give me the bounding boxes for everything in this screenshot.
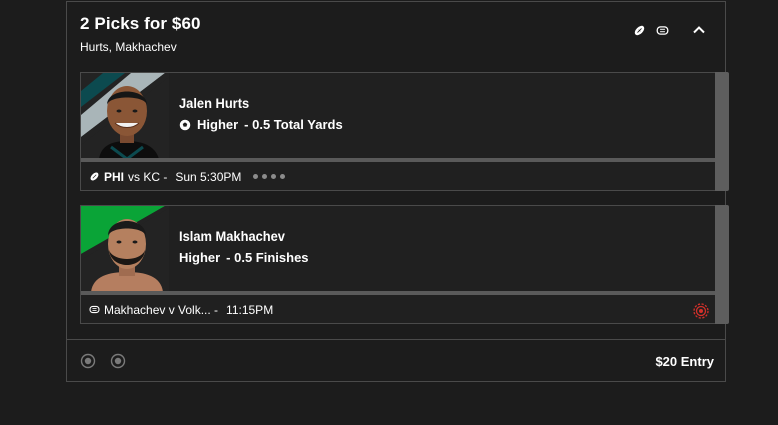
- scrollbar[interactable]: [715, 205, 729, 324]
- player-photo: [81, 206, 169, 292]
- entry-amount: $20 Entry: [655, 354, 714, 369]
- pick-card-makhachev[interactable]: Islam Makhachev Higher - 0.5 Finishes Ma…: [80, 205, 729, 324]
- chevron-up-icon[interactable]: [691, 22, 707, 38]
- game-time: 11:15PM: [226, 302, 274, 317]
- pick-direction[interactable]: Higher: [197, 117, 238, 132]
- progress-dot: [271, 174, 277, 179]
- team-abbr: PHI: [104, 169, 125, 184]
- pick-direction[interactable]: Higher: [179, 250, 220, 265]
- football-icon: [634, 25, 645, 35]
- progress-dots: [253, 174, 286, 179]
- radio-button[interactable]: [110, 353, 126, 369]
- entry-title: 2 Picks for $60: [80, 14, 201, 33]
- entry-card: 2 Picks for $60 Hurts, Makhachev Jalen H…: [66, 1, 729, 382]
- entry-subtitle: Hurts, Makhachev: [80, 40, 177, 54]
- mma-glove-icon: [89, 305, 100, 314]
- opponent: vs KC -: [128, 169, 168, 184]
- progress-dot: [253, 174, 259, 179]
- pick-card-hurts[interactable]: Jalen Hurts Higher - 0.5 Total Yards PHI…: [80, 72, 729, 191]
- radio-button[interactable]: [80, 353, 96, 369]
- player-headshot: [81, 206, 169, 292]
- game-info: PHI vs KC - Sun 5:30PM: [81, 162, 715, 191]
- pick-market: - 0.5 Total Yards: [244, 117, 343, 132]
- player-photo: [81, 73, 169, 159]
- mma-glove-icon: [656, 25, 669, 35]
- progress-dot: [262, 174, 268, 179]
- pick-line: Higher - 0.5 Total Yards: [179, 117, 343, 132]
- pick-line: Higher - 0.5 Finishes: [179, 250, 309, 265]
- pick-top: Islam Makhachev Higher - 0.5 Finishes: [81, 206, 715, 292]
- player-name: Islam Makhachev: [179, 228, 285, 244]
- live-broadcast-icon[interactable]: [693, 303, 709, 319]
- game-time: Sun 5:30PM: [175, 169, 242, 184]
- game-info: Makhachev v Volk... - 11:15PM: [81, 295, 715, 324]
- player-name: Jalen Hurts: [179, 95, 250, 111]
- pick-top: Jalen Hurts Higher - 0.5 Total Yards: [81, 73, 715, 159]
- progress-dot: [280, 174, 286, 179]
- pick-market: - 0.5 Finishes: [226, 250, 309, 265]
- footer-divider: [67, 339, 725, 340]
- player-headshot: [81, 73, 169, 159]
- football-icon: [90, 172, 99, 181]
- matchup: Makhachev v Volk... -: [104, 302, 219, 317]
- header-icons: [633, 22, 707, 38]
- scrollbar[interactable]: [715, 72, 729, 191]
- soccer-ball-icon: [179, 119, 191, 130]
